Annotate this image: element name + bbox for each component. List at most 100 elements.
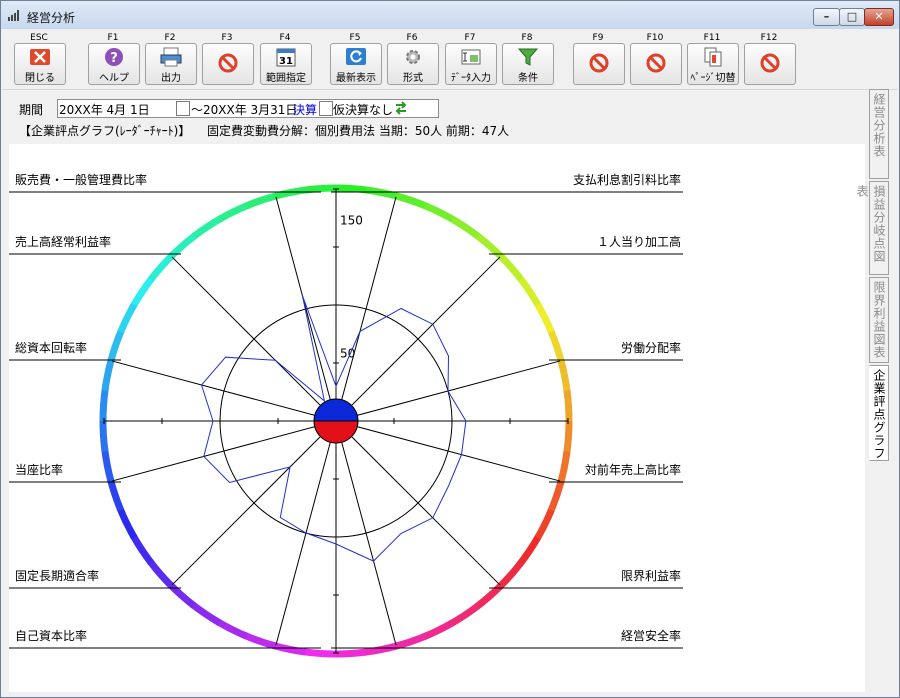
- outer-ring-segment: [534, 302, 556, 336]
- close-icon: [30, 49, 50, 65]
- outer-ring-segment: [101, 448, 115, 483]
- output-label: 出力: [161, 73, 181, 84]
- f12-disabled-button[interactable]: [744, 43, 796, 85]
- close-label: 閉じる: [25, 73, 55, 84]
- page-switch-button[interactable]: ﾍﾟｰｼﾞ切替: [687, 43, 739, 85]
- swap-icon[interactable]: [394, 101, 408, 115]
- range-label: 範囲指定: [266, 73, 306, 84]
- outer-ring-segment: [450, 216, 482, 241]
- condition-button[interactable]: 条件: [502, 43, 554, 85]
- output-button[interactable]: 出力: [145, 43, 197, 85]
- f10-disabled-button[interactable]: [630, 43, 682, 85]
- outer-ring-segment: [272, 642, 307, 656]
- fkey-f2: F2: [164, 33, 176, 43]
- category-label: 販売費・一般管理費比率: [15, 172, 147, 187]
- fkey-f4: F4: [279, 33, 291, 43]
- category-label: 労働分配率: [621, 340, 681, 355]
- graph-info: 固定費変動費分解：個別費用法 当期：50人 前期：47人: [207, 124, 510, 138]
- fkey-f12: F12: [760, 33, 778, 43]
- app-chart-icon: [8, 10, 19, 21]
- outer-ring-segment: [365, 186, 400, 200]
- tab-keiei-bunseki[interactable]: 経営分析表: [869, 89, 889, 179]
- calendar-to-icon[interactable]: [319, 101, 333, 116]
- refresh-label: 最新表示: [336, 73, 376, 84]
- radar-spoke: [335, 256, 501, 422]
- prohibited-icon: [218, 53, 238, 73]
- outer-ring-segment: [496, 560, 524, 590]
- filter-icon: [517, 48, 539, 66]
- fkey-f9: F9: [592, 33, 604, 43]
- outer-ring-segment: [215, 618, 249, 640]
- data-input-button[interactable]: ﾃﾞｰﾀ入力: [445, 43, 497, 85]
- center-top-half: [313, 398, 359, 422]
- fkey-f3: F3: [221, 33, 233, 43]
- range-button[interactable]: 31 範囲指定: [260, 43, 312, 85]
- refresh-icon: [346, 48, 366, 65]
- maximize-button[interactable]: □: [839, 8, 865, 26]
- outer-ring-segment: [130, 533, 154, 565]
- category-label: 限界利益率: [621, 568, 681, 583]
- svg-text:31: 31: [279, 56, 293, 67]
- title-bar: 経営分析 – □ ✕: [1, 1, 899, 29]
- outer-ring-segment: [116, 506, 138, 540]
- tab-genkai-rieki[interactable]: 限界利益図表: [869, 277, 889, 363]
- outer-ring-segment: [518, 277, 542, 309]
- outer-ring-segment: [395, 192, 429, 210]
- outer-ring-segment: [557, 450, 571, 485]
- app-window: 経営分析 – □ ✕ ESC 閉じる F1 ? ヘルプ F2 出力 F3 F4: [0, 0, 900, 698]
- radar-chart: 15050支払利息割引料比率１人当り加工高労働分配率対前年売上高比率限界利益率経…: [9, 172, 683, 658]
- outer-ring-segment: [168, 231, 199, 259]
- period-from[interactable]: 20XX年 4月 1日: [59, 101, 150, 118]
- minimize-button[interactable]: –: [813, 8, 840, 26]
- fkey-f6: F6: [406, 33, 418, 43]
- provisional-settlement: 仮決算なし: [333, 103, 394, 117]
- radar-spoke: [275, 196, 337, 422]
- help-icon: ?: [105, 48, 123, 66]
- tick-label-150: 150: [340, 213, 363, 227]
- help-button[interactable]: ? ヘルプ: [88, 43, 140, 85]
- outer-ring-segment: [167, 581, 197, 609]
- tab-sonneki-bunkiten[interactable]: 損益分岐点図表: [855, 181, 889, 275]
- radar-spoke: [111, 360, 337, 422]
- close-icon: ✕: [874, 10, 884, 23]
- prohibited-icon: [589, 53, 609, 73]
- outer-ring-segment: [107, 328, 125, 362]
- fkey-f11: F11: [703, 33, 721, 43]
- close-window-button[interactable]: ✕: [864, 8, 894, 26]
- kessan-link[interactable]: 決算: [293, 101, 317, 118]
- close-button[interactable]: 閉じる: [14, 43, 66, 85]
- tab-kigyou-hyouten[interactable]: 企業評点グラフ: [869, 365, 889, 461]
- f3-disabled-button[interactable]: [202, 43, 254, 85]
- outer-ring-segment: [335, 184, 370, 194]
- category-label: 売上高経常利益率: [15, 234, 111, 249]
- outer-ring-segment: [245, 191, 279, 209]
- f9-disabled-button[interactable]: [573, 43, 625, 85]
- calendar-from-icon[interactable]: [176, 101, 190, 116]
- fkey-f5: F5: [349, 33, 361, 43]
- minimize-icon: –: [823, 10, 830, 23]
- category-label: 総資本回転率: [15, 340, 87, 355]
- format-button[interactable]: 形式: [387, 43, 439, 85]
- outer-ring-segment: [243, 632, 277, 650]
- refresh-button[interactable]: 最新表示: [330, 43, 382, 85]
- prohibited-icon: [760, 53, 780, 73]
- gear-icon: [406, 50, 420, 64]
- condition-label: 条件: [518, 73, 538, 84]
- outer-ring-segment: [101, 357, 115, 392]
- period-to[interactable]: ～20XX年 3月31日: [191, 101, 297, 118]
- help-label: ヘルプ: [99, 73, 129, 84]
- outer-ring-segment: [448, 603, 480, 627]
- outer-ring-segment: [148, 252, 176, 282]
- outer-ring-segment: [117, 300, 139, 334]
- prohibited-icon: [646, 53, 666, 73]
- outer-ring-segment: [498, 253, 526, 284]
- outer-ring-segment: [475, 233, 505, 261]
- outer-ring-segment: [533, 508, 555, 542]
- svg-text:?: ?: [110, 51, 118, 66]
- outer-ring-segment: [131, 275, 156, 307]
- fkey-f7: F7: [464, 33, 476, 43]
- fkey-f8: F8: [521, 33, 533, 43]
- outer-ring-segment: [473, 583, 504, 611]
- outer-ring-segment: [393, 633, 427, 651]
- outer-ring-segment: [192, 215, 224, 239]
